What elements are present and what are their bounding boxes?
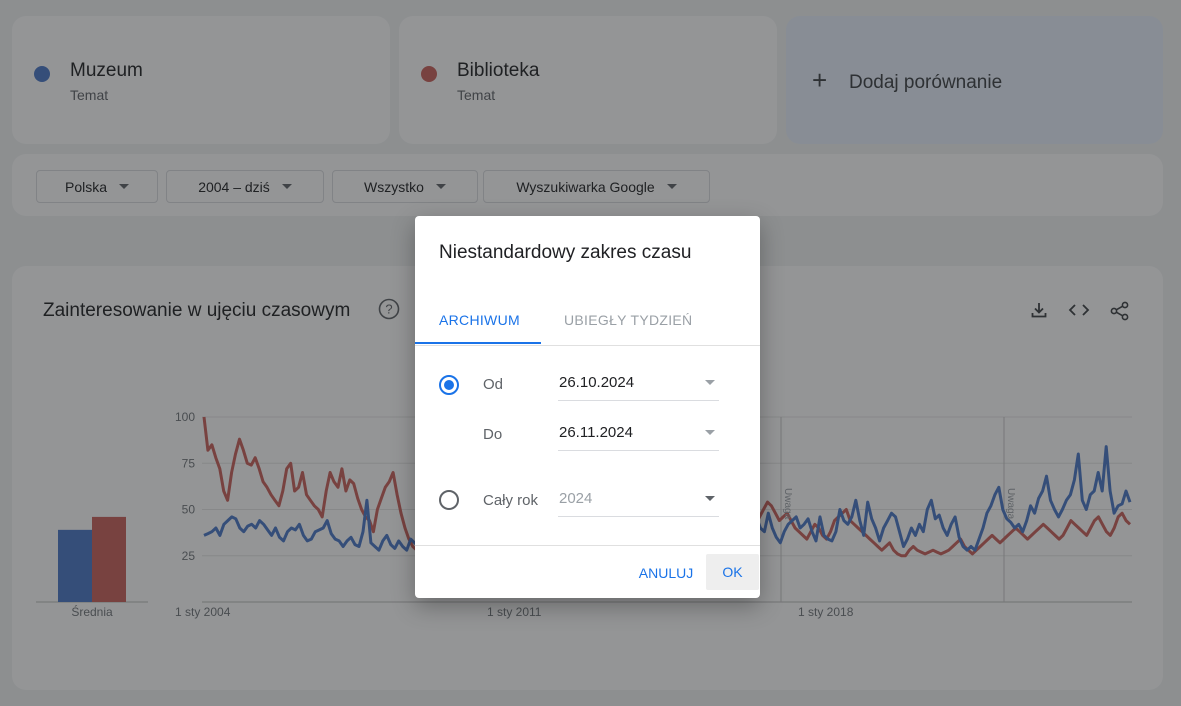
full-year-label: Cały rok (483, 492, 539, 509)
caret-down-icon (705, 496, 715, 501)
to-label: Do (483, 426, 503, 443)
caret-down-icon (705, 430, 715, 435)
active-tab-indicator (415, 342, 541, 344)
ok-button[interactable]: OK (706, 554, 759, 590)
dialog-title: Niestandardowy zakres czasu (439, 242, 692, 263)
tab-archive[interactable]: ARCHIWUM (439, 312, 520, 328)
radio-full-year[interactable] (439, 490, 459, 510)
custom-time-range-dialog: Niestandardowy zakres czasu ARCHIWUM UBI… (415, 216, 760, 598)
from-date-value: 26.10.2024 (559, 374, 635, 391)
tab-divider (415, 345, 760, 346)
from-date-select[interactable]: 26.10.2024 (558, 371, 719, 401)
from-label: Od (483, 376, 504, 393)
cancel-button[interactable]: ANULUJ (631, 555, 701, 591)
to-date-value: 26.11.2024 (559, 424, 633, 441)
caret-down-icon (705, 380, 715, 385)
radio-custom-range[interactable] (439, 375, 459, 395)
actions-divider (415, 545, 760, 546)
year-value: 2024 (559, 490, 593, 507)
tab-past-week[interactable]: UBIEGŁY TYDZIEŃ (564, 312, 692, 328)
to-date-select[interactable]: 26.11.2024 (558, 421, 719, 451)
year-select[interactable]: 2024 (558, 487, 719, 517)
